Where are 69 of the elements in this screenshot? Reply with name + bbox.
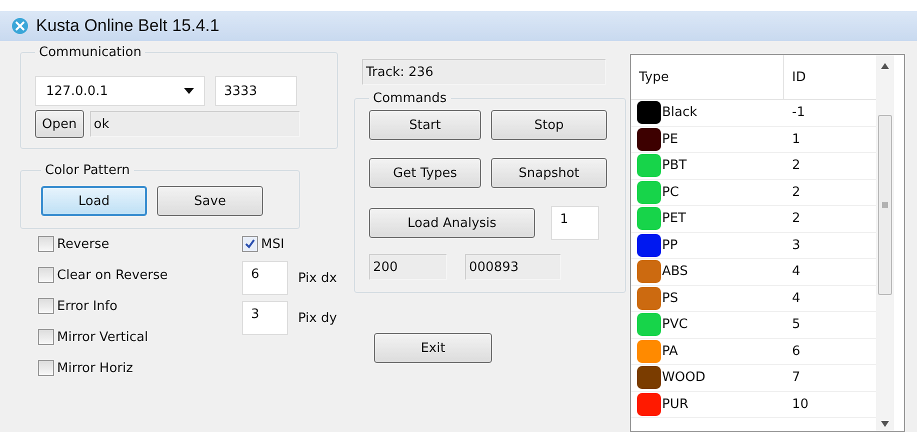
- checkbox-label: Reverse: [57, 236, 110, 252]
- table-cell-text: 2: [791, 184, 802, 200]
- checkbox[interactable]: [242, 236, 258, 252]
- command-button[interactable]: Get Types: [369, 158, 481, 188]
- table-cell: PS: [662, 290, 678, 306]
- value-readout: 200: [369, 254, 447, 280]
- analysis-field[interactable]: 1: [551, 206, 599, 240]
- checkbox[interactable]: [38, 329, 54, 345]
- column-header[interactable]: ID: [784, 55, 876, 99]
- scroll-down-icon[interactable]: [881, 421, 889, 427]
- command-button[interactable]: Snapshot: [491, 158, 607, 188]
- table-cell: PBT: [662, 158, 687, 174]
- table-cell: Black: [662, 105, 698, 120]
- table-cell-text: 4: [791, 290, 802, 306]
- checkbox-label: Mirror Horiz: [57, 360, 133, 376]
- value-readout: 000893: [465, 254, 561, 280]
- group-title: Communication: [38, 45, 142, 60]
- table-cell-text: 3: [791, 238, 802, 253]
- grip-icon: [882, 202, 888, 208]
- app-icon: [10, 16, 30, 36]
- pattern-button[interactable]: Save: [157, 186, 263, 216]
- table-cell: PE: [662, 132, 678, 147]
- number-field[interactable]: 6: [242, 261, 288, 295]
- checkbox-label: Mirror Vertical: [57, 330, 148, 344]
- table-cell-text: 1: [791, 132, 802, 147]
- checkbox[interactable]: [38, 360, 54, 376]
- track-readout: Track: 236: [362, 59, 606, 85]
- checkbox-label: Error Info: [57, 298, 118, 314]
- table-cell-text: 10: [791, 396, 810, 412]
- checkbox-label: Clear on Reverse: [57, 268, 168, 282]
- table-cell: PA: [662, 344, 678, 359]
- exit-button[interactable]: Exit: [374, 333, 492, 363]
- group-title: Commands: [372, 91, 448, 106]
- port-field[interactable]: 3333: [215, 76, 297, 106]
- command-button[interactable]: Start: [369, 110, 481, 140]
- table-cell-text: 6: [791, 344, 802, 359]
- status-field: ok: [90, 111, 300, 137]
- checkbox[interactable]: [38, 236, 54, 252]
- table-cell: WOOD: [662, 370, 706, 386]
- checkbox[interactable]: [38, 267, 54, 283]
- checkbox-label: MSI: [261, 236, 284, 252]
- number-field[interactable]: 3: [242, 301, 288, 335]
- table-cell: PP: [662, 238, 678, 253]
- field-label: Pix dx: [298, 270, 337, 286]
- checkbox[interactable]: [38, 298, 54, 314]
- load-analysis-button[interactable]: Load Analysis: [369, 208, 535, 238]
- scroll-up-icon[interactable]: [881, 63, 889, 69]
- command-button[interactable]: Stop: [491, 110, 607, 140]
- open-button[interactable]: Open: [35, 110, 84, 138]
- table-cell-text: 5: [791, 317, 802, 332]
- table-cell: PC: [662, 184, 679, 200]
- table-cell: PVC: [662, 317, 688, 332]
- dropdown-arrow-icon: [184, 88, 194, 94]
- table-cell-text: 4: [791, 264, 802, 280]
- scrollbar[interactable]: [876, 55, 894, 431]
- group-title: Color Pattern: [44, 163, 131, 178]
- table-cell: PUR: [662, 396, 688, 412]
- pattern-button[interactable]: Load: [41, 186, 147, 216]
- table-cell: ABS: [662, 264, 688, 280]
- field-label: Pix dy: [298, 310, 337, 326]
- table-cell-text: 2: [791, 158, 802, 174]
- column-header[interactable]: Type: [631, 55, 784, 99]
- window-title: Kusta Online Belt 15.4.1: [36, 16, 220, 36]
- table-cell: PET: [662, 211, 686, 226]
- scroll-thumb[interactable]: [878, 115, 892, 295]
- address-dropdown[interactable]: 127.0.0.1: [35, 76, 205, 106]
- table-cell-text: 7: [791, 370, 802, 386]
- table-cell-text: 2: [791, 211, 802, 226]
- table-cell-text: -1: [791, 105, 806, 120]
